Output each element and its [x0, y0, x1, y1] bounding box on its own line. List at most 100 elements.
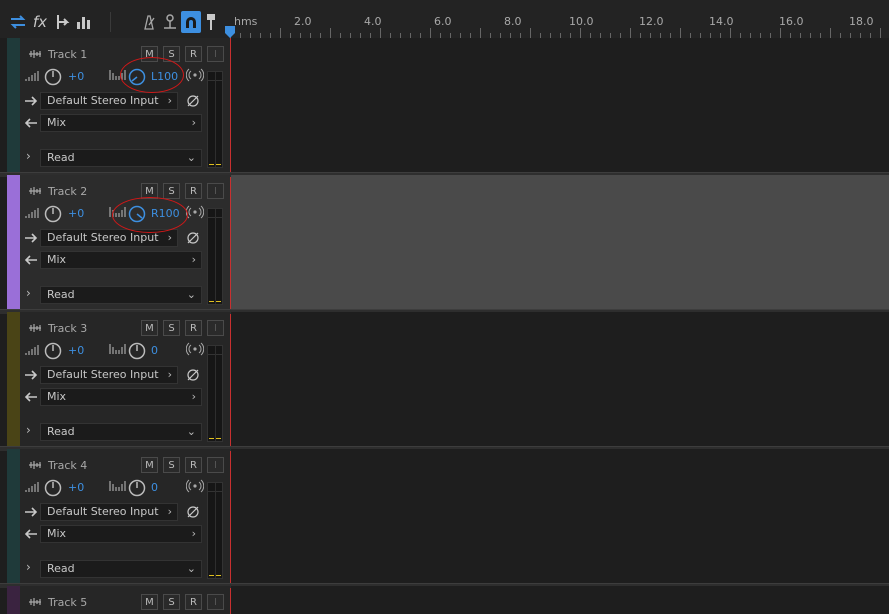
levels-icon[interactable] — [74, 11, 92, 33]
record-arm-button[interactable]: R — [185, 594, 202, 610]
pan-value[interactable]: 0 — [151, 481, 158, 494]
track-lane[interactable] — [231, 449, 889, 583]
track-name[interactable]: Track 2 — [48, 185, 87, 198]
track-lane[interactable] — [231, 175, 889, 309]
magnet-icon[interactable] — [181, 11, 201, 33]
input-monitor-button[interactable]: I — [207, 320, 224, 336]
playhead-handle[interactable] — [224, 24, 236, 38]
input-monitor-button[interactable]: I — [207, 594, 224, 610]
solo-button[interactable]: S — [163, 320, 180, 336]
volume-value[interactable]: +0 — [68, 70, 84, 83]
output-select[interactable]: Mix › — [40, 251, 202, 269]
snap-icon[interactable] — [160, 11, 180, 33]
pan-icon — [109, 481, 126, 491]
mute-button[interactable]: M — [141, 594, 158, 610]
routing-icon[interactable] — [52, 11, 72, 33]
track-header[interactable]: Track 4 M S R I +0 0 Default Stereo Input › Mix › ›… — [20, 449, 230, 583]
volume-value[interactable]: +0 — [68, 344, 84, 357]
input-label: Default Stereo Input — [47, 94, 159, 107]
track-color-bar — [7, 175, 20, 309]
volume-knob[interactable] — [44, 479, 62, 497]
mute-button[interactable]: M — [141, 320, 158, 336]
track-lane[interactable] — [231, 312, 889, 446]
marker-pin-icon[interactable] — [204, 11, 218, 33]
expand-chevron-icon[interactable]: › — [26, 423, 31, 437]
output-label: Mix — [47, 253, 67, 266]
output-row: Mix › — [24, 251, 202, 269]
phase-invert-icon[interactable] — [186, 231, 200, 245]
track-header[interactable]: Track 1 M S R I +0 L100 Default Stereo Input › Mi… — [20, 38, 230, 172]
output-select[interactable]: Mix › — [40, 388, 202, 406]
volume-knob[interactable] — [44, 342, 62, 360]
ruler-tick — [880, 28, 881, 38]
output-select[interactable]: Mix › — [40, 114, 202, 132]
pan-knob[interactable] — [128, 479, 146, 497]
waveform-icon — [29, 187, 41, 195]
record-arm-button[interactable]: R — [185, 46, 202, 62]
ruler-tick — [430, 28, 431, 38]
volume-icon — [25, 71, 39, 81]
input-select[interactable]: Default Stereo Input › — [40, 92, 178, 110]
input-monitor-button[interactable]: I — [207, 183, 224, 199]
automation-select[interactable]: Read ⌄ — [40, 423, 202, 441]
automation-select[interactable]: Read ⌄ — [40, 560, 202, 578]
volume-knob[interactable] — [44, 205, 62, 223]
ruler-tick — [380, 28, 381, 38]
volume-knob[interactable] — [44, 68, 62, 86]
ruler-tick-label: 4.0 — [364, 15, 382, 28]
record-arm-button[interactable]: R — [185, 320, 202, 336]
phase-invert-icon[interactable] — [186, 94, 200, 108]
automation-select[interactable]: Read ⌄ — [40, 149, 202, 167]
swap-arrows-icon[interactable] — [8, 11, 28, 33]
expand-chevron-icon[interactable]: › — [26, 149, 31, 163]
volume-value[interactable]: +0 — [68, 481, 84, 494]
output-label: Mix — [47, 116, 67, 129]
time-ruler[interactable]: hms 2.0 4.0 6.0 8.0 10.0 12.0 14.0 16.0 … — [230, 0, 889, 39]
expand-chevron-icon[interactable]: › — [26, 560, 31, 574]
phase-invert-icon[interactable] — [186, 368, 200, 382]
track-name[interactable]: Track 3 — [48, 322, 87, 335]
ruler-tick — [630, 28, 631, 38]
solo-button[interactable]: S — [163, 457, 180, 473]
chevron-down-icon: ⌄ — [186, 151, 196, 164]
track-name[interactable]: Track 1 — [48, 48, 87, 61]
level-meter — [207, 208, 223, 305]
record-arm-button[interactable]: R — [185, 457, 202, 473]
chevron-down-icon: ⌄ — [186, 425, 196, 438]
phase-invert-icon[interactable] — [186, 505, 200, 519]
pan-icon — [109, 344, 126, 354]
input-monitor-button[interactable]: I — [207, 457, 224, 473]
solo-button[interactable]: S — [163, 594, 180, 610]
input-monitor-button[interactable]: I — [207, 46, 224, 62]
pan-value[interactable]: 0 — [151, 344, 158, 357]
ruler-tick-label: 10.0 — [569, 15, 594, 28]
record-arm-button[interactable]: R — [185, 183, 202, 199]
automation-select[interactable]: Read ⌄ — [40, 286, 202, 304]
metronome-icon[interactable] — [140, 11, 158, 33]
fx-icon[interactable]: fx — [30, 11, 50, 33]
track-name-row: Track 2 — [28, 183, 87, 199]
track-header[interactable]: Track 2 M S R I +0 R100 Default Stereo Input › Mi… — [20, 175, 230, 309]
pan-knob[interactable] — [128, 342, 146, 360]
track-color-bar — [7, 312, 20, 446]
track-header[interactable]: Track 3 M S R I +0 0 Default Stereo Input › Mix › ›… — [20, 312, 230, 446]
toolbar: fx — [0, 0, 230, 38]
chevron-right-icon: › — [191, 116, 196, 129]
output-select[interactable]: Mix › — [40, 525, 202, 543]
mute-button[interactable]: M — [141, 457, 158, 473]
ruler-tick — [280, 28, 281, 38]
volume-icon — [25, 345, 39, 355]
expand-chevron-icon[interactable]: › — [26, 286, 31, 300]
track-lane[interactable] — [231, 38, 889, 172]
track-lane[interactable] — [231, 586, 889, 614]
track-name[interactable]: Track 4 — [48, 459, 87, 472]
track-name[interactable]: Track 5 — [48, 596, 87, 609]
input-select[interactable]: Default Stereo Input › — [40, 503, 178, 521]
solo-button[interactable]: S — [163, 183, 180, 199]
output-row: Mix › — [24, 114, 202, 132]
track-name-row: Track 4 — [28, 457, 87, 473]
input-select[interactable]: Default Stereo Input › — [40, 366, 178, 384]
volume-value[interactable]: +0 — [68, 207, 84, 220]
stereo-icon — [186, 479, 204, 493]
track-header[interactable]: Track 5 MSRI — [20, 586, 230, 614]
